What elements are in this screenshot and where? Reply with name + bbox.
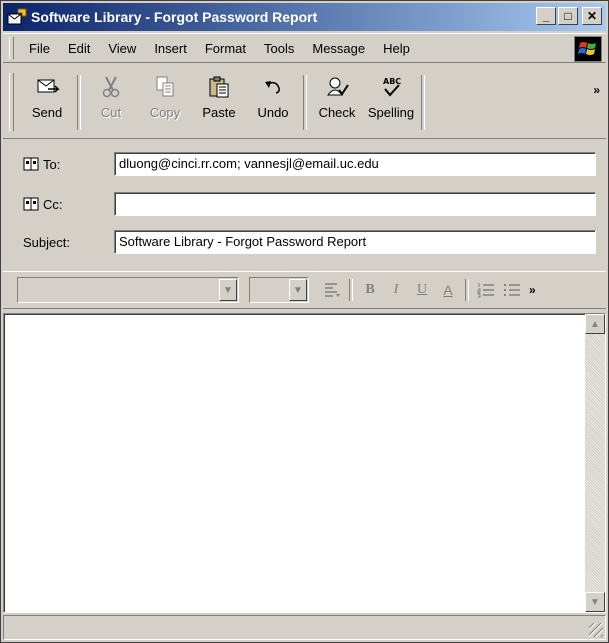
paste-button[interactable]: Paste	[192, 67, 246, 138]
toolbar-grip[interactable]	[9, 73, 14, 131]
subject-row: Subject: Software Library - Forgot Passw…	[1, 229, 609, 255]
subject-field[interactable]: Software Library - Forgot Password Repor…	[114, 230, 596, 254]
toolbar-separator	[77, 75, 81, 130]
address-book-icon	[23, 157, 39, 171]
chevron-down-icon: ▼	[289, 279, 307, 301]
status-bar	[3, 615, 606, 640]
paragraph-style-button[interactable]	[321, 279, 343, 301]
window-controls: _ □ ✕	[536, 7, 602, 25]
windows-logo-icon	[574, 36, 602, 62]
paste-icon	[209, 76, 229, 98]
underline-button[interactable]: U	[411, 279, 433, 301]
undo-label: Undo	[257, 105, 289, 120]
resize-grip-icon[interactable]	[589, 623, 603, 637]
chevron-down-icon: ▼	[219, 279, 237, 301]
menu-file[interactable]: File	[20, 39, 59, 58]
toolbar-overflow-button[interactable]: »	[593, 83, 600, 97]
copy-icon	[156, 76, 174, 97]
scissors-icon	[102, 76, 120, 98]
vertical-scrollbar[interactable]: ▲ ▼	[585, 314, 605, 612]
send-button[interactable]: Send	[20, 67, 74, 138]
minimize-button[interactable]: _	[536, 7, 556, 25]
menu-message[interactable]: Message	[303, 39, 374, 58]
formatting-toolbar: ▼ ▼ B I U A »	[3, 271, 606, 309]
check-label: Check	[318, 105, 356, 120]
send-icon	[37, 79, 60, 93]
menu-format[interactable]: Format	[196, 39, 255, 58]
cut-button[interactable]: Cut	[84, 67, 138, 138]
spelling-label: Spelling	[367, 105, 415, 120]
undo-button[interactable]: Undo	[246, 67, 300, 138]
close-button[interactable]: ✕	[582, 7, 602, 25]
menu-edit[interactable]: Edit	[59, 39, 99, 58]
menu-insert[interactable]: Insert	[145, 39, 196, 58]
bulleted-list-button[interactable]	[501, 279, 523, 301]
menu-bar: File Edit View Insert Format Tools Messa…	[3, 33, 606, 63]
toolbar-separator	[421, 75, 425, 130]
numbered-list-button[interactable]	[475, 279, 497, 301]
window-title: Software Library - Forgot Password Repor…	[31, 9, 318, 25]
bulleted-list-icon	[504, 284, 520, 296]
cc-field[interactable]	[114, 192, 596, 216]
subject-label: Subject:	[23, 234, 70, 250]
cut-label: Cut	[100, 105, 122, 120]
to-field[interactable]: dluong@cinci.rr.com; vannesjl@email.uc.e…	[114, 152, 596, 176]
chevron-down-icon: ▼	[590, 596, 600, 608]
toolbar-separator	[303, 75, 307, 130]
address-book-icon	[23, 197, 39, 211]
compose-window: Software Library - Forgot Password Repor…	[0, 0, 609, 643]
to-label: To:	[43, 156, 61, 172]
standard-toolbar: Send Cut Copy Paste Undo Check ABC Spell…	[3, 67, 606, 139]
maximize-button[interactable]: □	[558, 7, 578, 25]
maximize-icon: □	[564, 9, 572, 23]
paste-label: Paste	[202, 105, 236, 120]
to-row: To: dluong@cinci.rr.com; vannesjl@email.…	[1, 151, 609, 177]
cc-label-button[interactable]: Cc:	[23, 197, 63, 212]
title-bar[interactable]: Software Library - Forgot Password Repor…	[3, 3, 606, 31]
minimize-icon: _	[542, 9, 550, 23]
cc-row: Cc:	[1, 191, 609, 217]
send-label: Send	[31, 105, 63, 120]
spelling-icon: ABC	[383, 77, 401, 97]
scroll-up-button[interactable]: ▲	[585, 314, 605, 334]
menu-tools[interactable]: Tools	[255, 39, 303, 58]
numbered-list-icon	[477, 283, 494, 298]
toolbar-separator	[349, 279, 353, 301]
copy-button[interactable]: Copy	[138, 67, 192, 138]
chevron-up-icon: ▲	[590, 318, 600, 330]
copy-label: Copy	[149, 105, 181, 120]
font-color-button[interactable]: A	[437, 279, 459, 301]
undo-icon	[265, 81, 280, 94]
spelling-button[interactable]: ABC Spelling	[364, 67, 418, 138]
message-header: To: dluong@cinci.rr.com; vannesjl@email.…	[1, 141, 609, 263]
menu-view[interactable]: View	[99, 39, 145, 58]
close-icon: ✕	[586, 9, 598, 23]
font-size-select[interactable]: ▼	[249, 277, 309, 303]
menu-help[interactable]: Help	[374, 39, 419, 58]
paragraph-style-icon	[325, 283, 340, 297]
italic-button[interactable]: I	[385, 279, 407, 301]
to-label-button[interactable]: To:	[23, 157, 60, 172]
cc-label: Cc:	[43, 196, 63, 212]
menu-grip[interactable]	[9, 37, 14, 59]
toolbar-separator	[465, 279, 469, 301]
check-names-button[interactable]: Check	[310, 67, 364, 138]
new-message-icon	[7, 8, 27, 26]
font-name-select[interactable]: ▼	[17, 277, 239, 303]
message-body[interactable]: ▲ ▼	[3, 313, 606, 613]
bold-button[interactable]: B	[359, 279, 381, 301]
check-names-icon	[327, 77, 349, 96]
format-overflow-button[interactable]: »	[529, 283, 536, 297]
scroll-down-button[interactable]: ▼	[585, 592, 605, 612]
